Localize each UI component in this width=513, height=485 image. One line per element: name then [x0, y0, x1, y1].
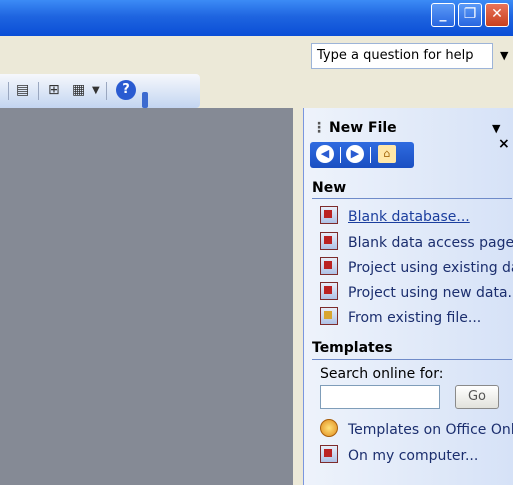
globe-icon [320, 419, 338, 437]
new-section-title: New [312, 180, 347, 196]
database-icon [320, 206, 338, 224]
task-pane-nav: ◀ ▶ ⌂ [310, 142, 414, 168]
section-rule [312, 198, 512, 199]
new-item-from-existing-file[interactable]: From existing file... [320, 307, 481, 326]
close-button[interactable]: ✕ [485, 3, 509, 27]
grip-icon[interactable]: ⋮ [312, 120, 326, 136]
toolbar-separator [8, 82, 9, 100]
nav-separator [340, 147, 341, 163]
pane-divider[interactable] [293, 108, 303, 485]
toolbar-separator [106, 82, 107, 100]
new-object-dropdown-icon[interactable]: ▼ [92, 85, 100, 96]
computer-icon [320, 445, 338, 463]
templates-office-online[interactable]: Templates on Office Online [320, 419, 513, 438]
project-existing-icon [320, 257, 338, 275]
toolbar-separator [38, 82, 39, 100]
project-new-icon [320, 282, 338, 300]
back-icon[interactable]: ◀ [316, 145, 334, 163]
templates-section-title: Templates [312, 340, 393, 356]
new-item-project-existing-data[interactable]: Project using existing data [320, 257, 513, 276]
help-icon[interactable]: ? [116, 80, 136, 100]
home-icon[interactable]: ⌂ [378, 145, 396, 163]
task-pane-title: New File [329, 120, 397, 136]
window-titlebar: _ ❐ ✕ [0, 0, 513, 36]
workspace-area [0, 108, 293, 485]
search-online-label: Search online for: [320, 366, 444, 382]
new-object-icon[interactable]: ▦ [72, 82, 85, 98]
relationships-icon[interactable]: ⊞ [48, 82, 60, 98]
task-pane-header: ⋮ New File [312, 120, 397, 136]
new-item-blank-data-access-page[interactable]: Blank data access page... [320, 232, 513, 251]
forward-icon[interactable]: ▶ [346, 145, 364, 163]
templates-on-my-computer[interactable]: On my computer... [320, 445, 478, 464]
minimize-button[interactable]: _ [431, 3, 455, 27]
new-item-project-new-data[interactable]: Project using new data... [320, 282, 513, 301]
go-button[interactable]: Go [455, 385, 499, 409]
help-dropdown-arrow-icon[interactable]: ▼ [500, 43, 508, 69]
help-question-input[interactable]: Type a question for help [311, 43, 493, 69]
task-pane: ⋮ New File ▼ × ◀ ▶ ⌂ New Blank database..… [303, 108, 513, 485]
nav-separator [370, 147, 371, 163]
data-access-page-icon [320, 232, 338, 250]
standard-toolbar: ▤ ⊞ ▦ ▼ [0, 74, 200, 108]
toolbar-options-icon[interactable] [142, 92, 148, 108]
task-pane-close-icon[interactable]: × [498, 136, 510, 152]
search-online-input[interactable] [320, 385, 440, 409]
section-rule [312, 359, 512, 360]
existing-file-icon [320, 307, 338, 325]
restore-button[interactable]: ❐ [458, 3, 482, 27]
new-item-blank-database[interactable]: Blank database... [320, 206, 470, 225]
properties-icon[interactable]: ▤ [16, 82, 29, 98]
task-pane-controls: ▼ × [492, 120, 513, 152]
task-pane-menu-icon[interactable]: ▼ [492, 122, 500, 135]
